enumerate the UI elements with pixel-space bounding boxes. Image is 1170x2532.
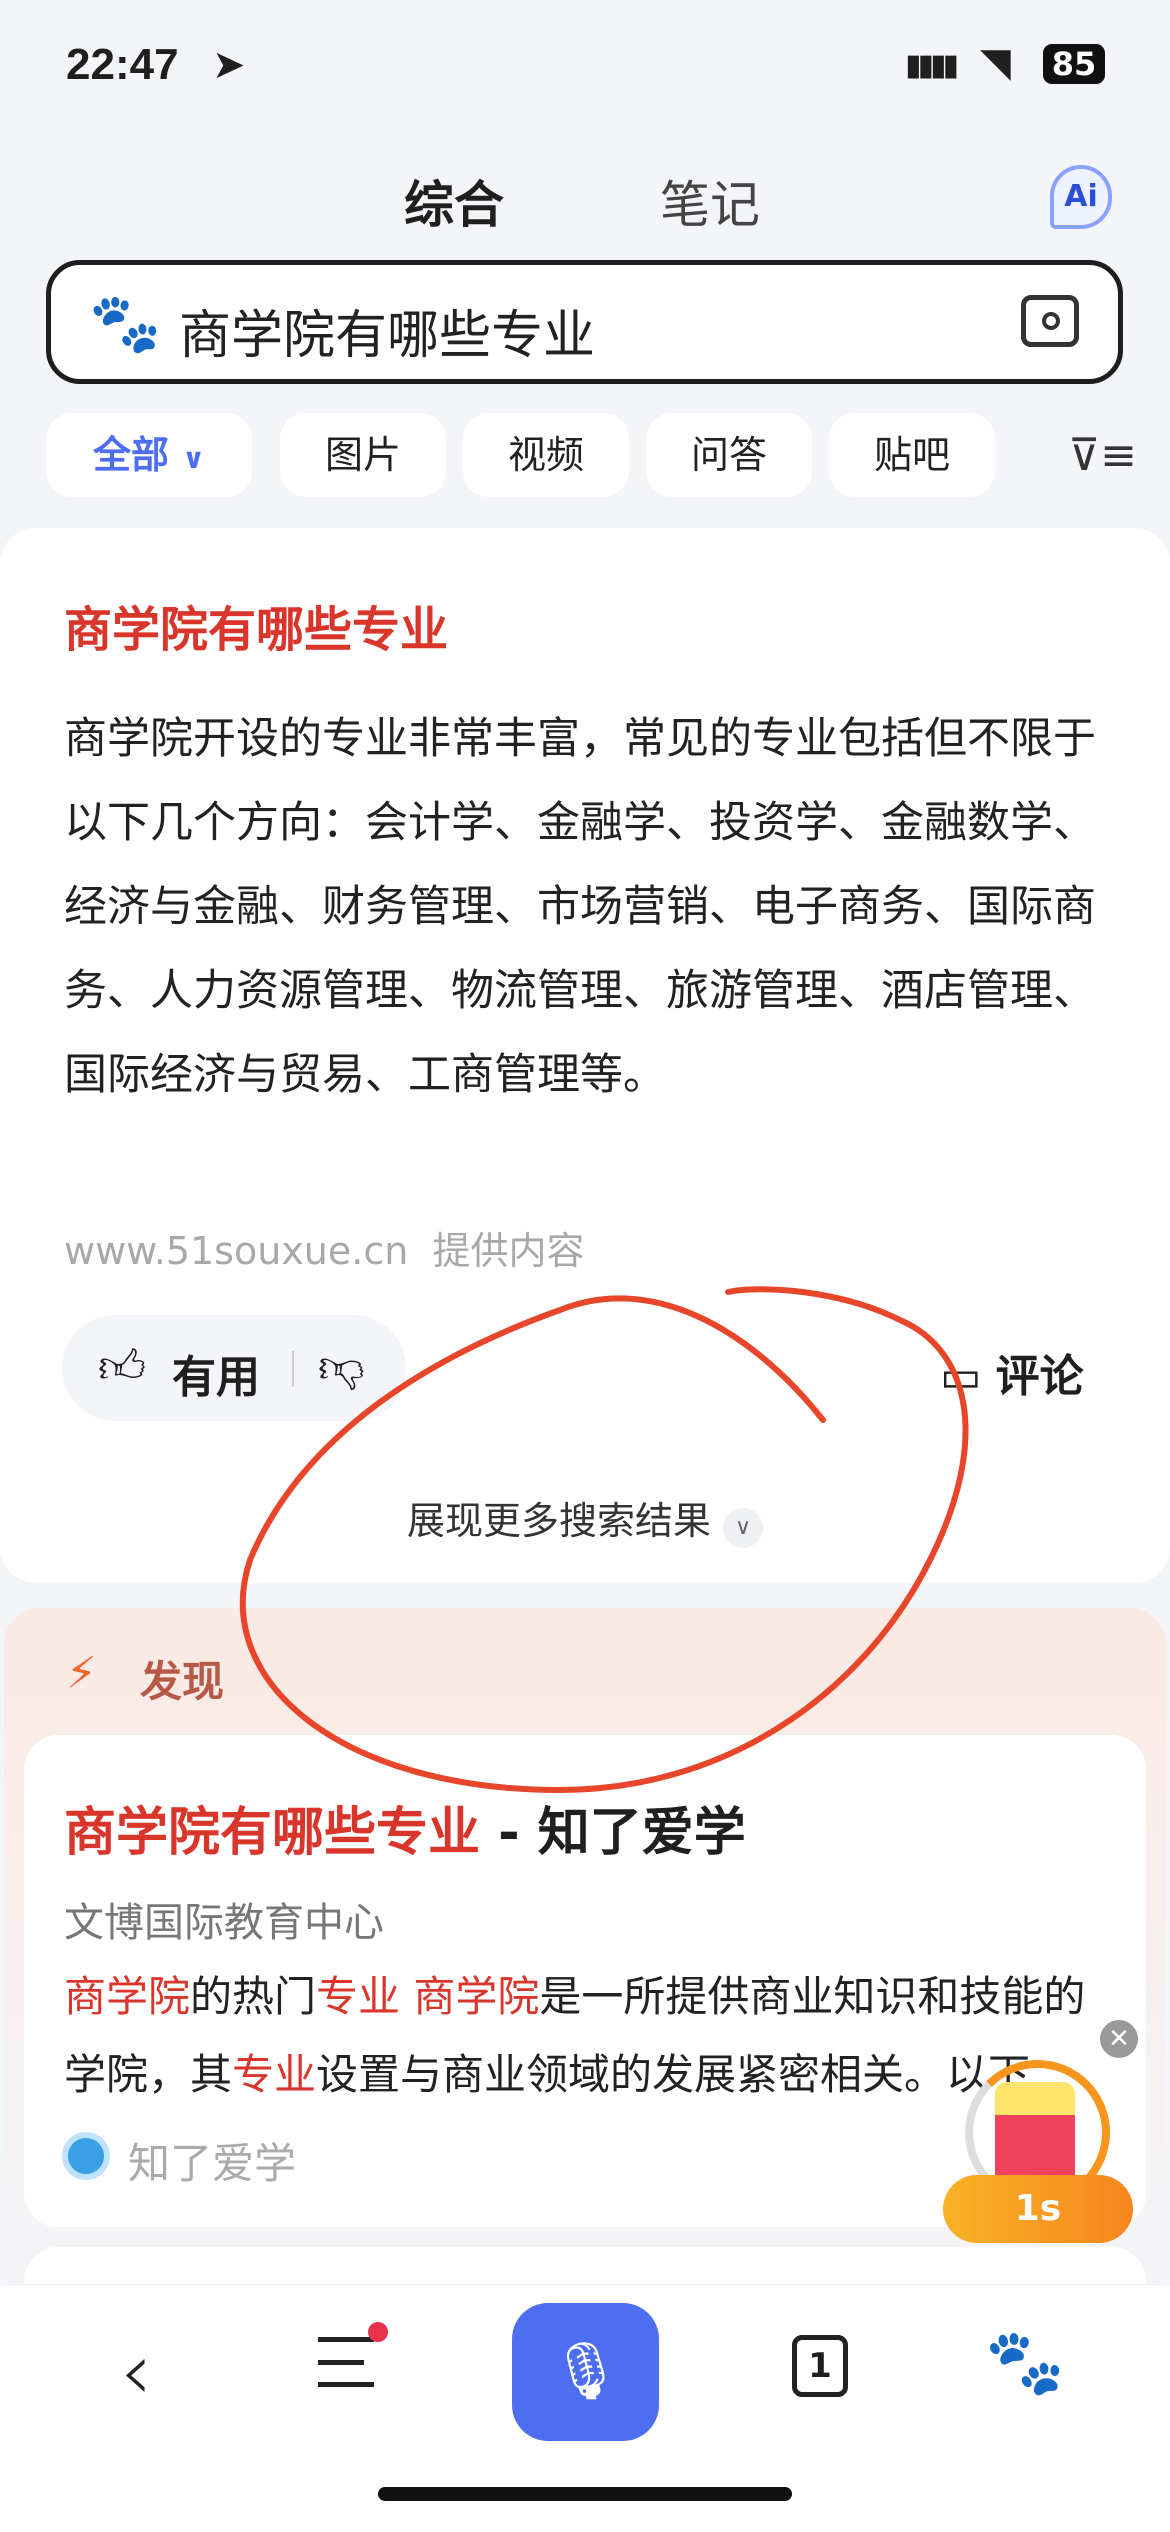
home-indicator xyxy=(378,2487,792,2501)
hand-drawn-circle-annotation xyxy=(239,1286,969,1794)
menu-icon[interactable] xyxy=(318,2322,388,2387)
voice-search-button[interactable]: 🎙︎ xyxy=(512,2303,659,2441)
bottom-nav: ‹ 🎙︎ 1 🐾 xyxy=(0,2284,1170,2532)
baidu-home-icon[interactable]: 🐾 xyxy=(985,2325,1065,2400)
tabs-count-button[interactable]: 1 xyxy=(792,2335,848,2397)
notification-dot xyxy=(368,2322,388,2342)
back-icon[interactable]: ‹ xyxy=(120,2325,152,2418)
